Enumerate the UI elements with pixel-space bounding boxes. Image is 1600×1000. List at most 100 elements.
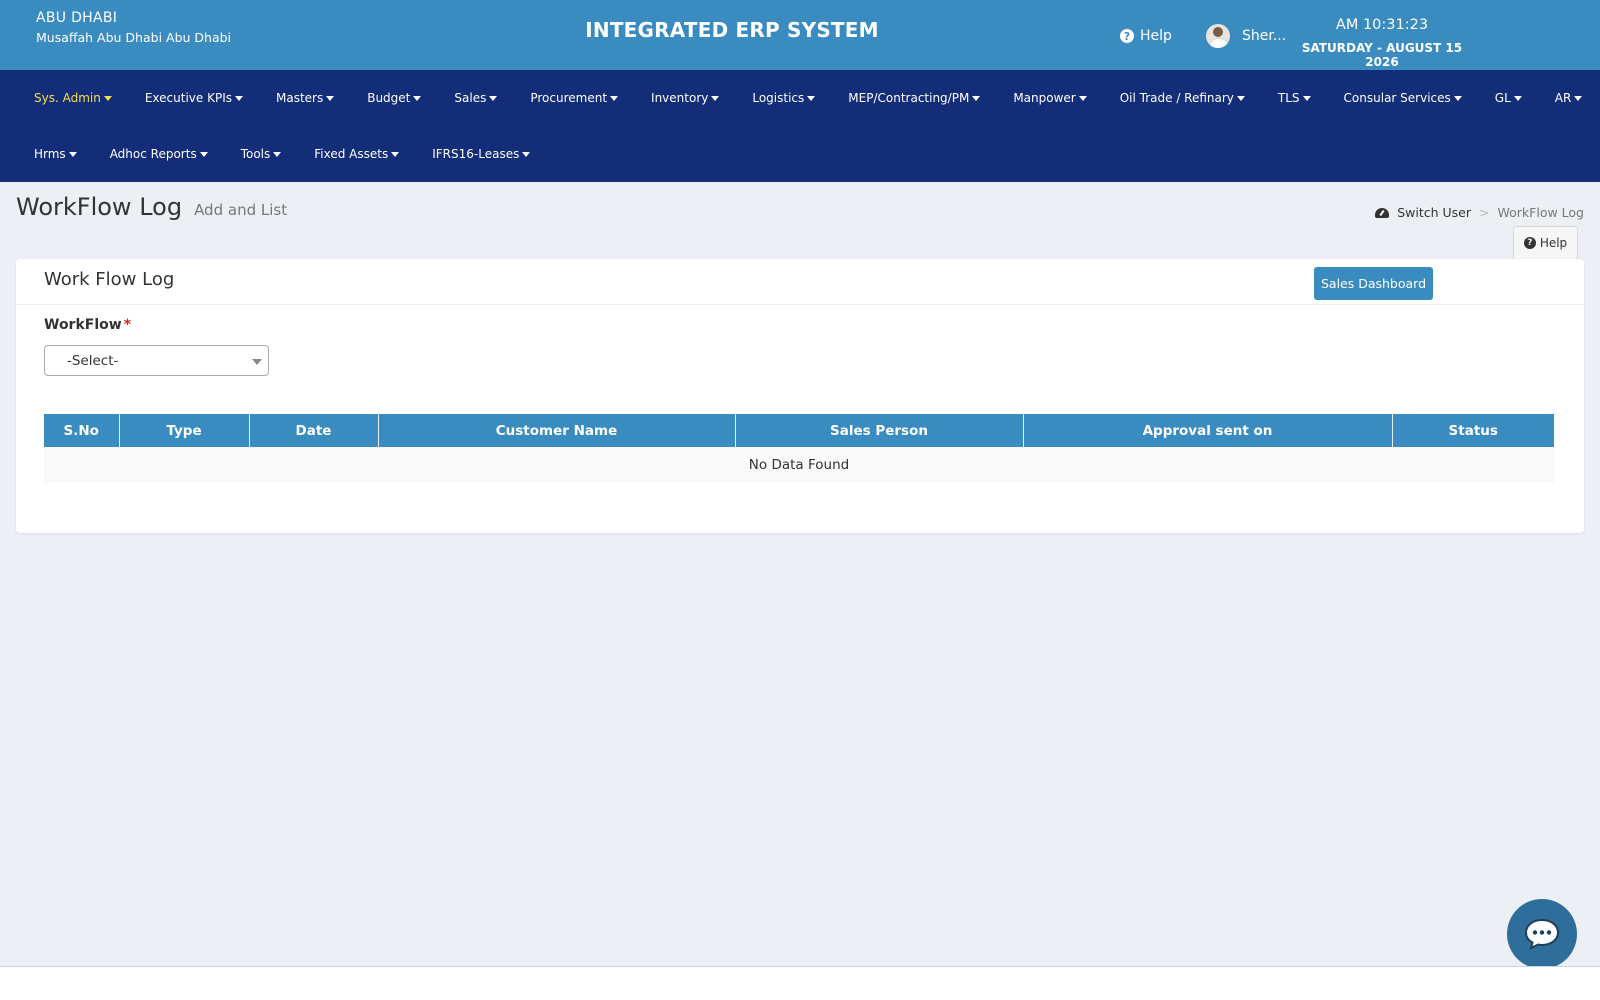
- column-header-customer-name: Customer Name: [378, 414, 736, 447]
- column-header-status: Status: [1392, 414, 1554, 447]
- nav-item-ar[interactable]: AR: [1555, 91, 1583, 105]
- nav-item-label: AR: [1554, 91, 1572, 105]
- table-row: No Data Found: [44, 447, 1554, 483]
- caret-down-icon: [807, 95, 816, 101]
- user-menu[interactable]: Sher...: [1206, 24, 1286, 48]
- nav-item-mep-contracting-pm[interactable]: MEP/Contracting/PM: [848, 91, 981, 105]
- nav-item-manpower[interactable]: Manpower: [1013, 91, 1087, 105]
- nav-item-label: Sales: [454, 91, 487, 105]
- caret-down-icon: [1078, 95, 1087, 101]
- workflow-label: WorkFlow *: [44, 317, 131, 333]
- nav-row-2: Hrms Adhoc Reports Tools Fixed Assets IFRS16…: [0, 126, 531, 182]
- question-circle-icon: ?: [1523, 237, 1536, 249]
- breadcrumb: Switch User > WorkFlow Log: [1375, 205, 1584, 220]
- nav-row-1: Sys. Admin Executive KPIs Masters Budget Sal…: [0, 70, 1600, 126]
- nav-item-label: Hrms: [34, 147, 66, 161]
- page-subtitle: Add and List: [194, 201, 288, 219]
- header-help-link[interactable]: ? Help: [1120, 28, 1172, 44]
- caret-down-icon: [489, 95, 498, 101]
- caret-down-icon: [1302, 95, 1311, 101]
- top-header: ABU DHABI Musaffah Abu Dhabi Abu Dhabi I…: [0, 0, 1600, 70]
- nav-item-label: Fixed Assets: [314, 147, 389, 161]
- caret-down-icon: [273, 151, 282, 157]
- caret-down-icon: [1236, 95, 1245, 101]
- page-title: WorkFlow Log: [16, 193, 183, 221]
- caret-down-icon: [1574, 95, 1583, 101]
- panel-title: Work Flow Log: [44, 269, 175, 290]
- nav-item-inventory[interactable]: Inventory: [651, 91, 720, 105]
- main-navigation: Sys. Admin Executive KPIs Masters Budget Sal…: [0, 70, 1600, 182]
- dashboard-gauge-icon: [1375, 207, 1390, 218]
- clock: AM 10:31:23 SATURDAY - AUGUST 15 2026: [1298, 17, 1466, 69]
- workflow-log-table: S.No Type Date Customer Name Sales Person App…: [44, 414, 1554, 483]
- nav-item-sys-admin[interactable]: Sys. Admin: [34, 91, 112, 105]
- nav-item-logistics[interactable]: Logistics: [752, 91, 816, 105]
- nav-item-label: TLS: [1277, 91, 1300, 105]
- caret-down-icon: [413, 95, 422, 101]
- nav-item-fixed-assets[interactable]: Fixed Assets: [314, 147, 400, 161]
- nav-item-budget[interactable]: Budget: [367, 91, 422, 105]
- caret-down-icon: [972, 95, 981, 101]
- nav-item-gl[interactable]: GL: [1495, 91, 1522, 105]
- nav-item-label: Adhoc Reports: [109, 147, 197, 161]
- avatar: [1206, 24, 1230, 48]
- workflow-select-value: -Select-: [67, 353, 119, 369]
- nav-item-masters[interactable]: Masters: [275, 91, 335, 105]
- column-header-s-no: S.No: [44, 414, 120, 447]
- caret-down-icon: [1453, 95, 1462, 101]
- caret-down-icon: [103, 95, 112, 101]
- nav-item-label: Masters: [275, 91, 324, 105]
- nav-item-tools[interactable]: Tools: [241, 147, 282, 161]
- nav-item-label: Tools: [240, 147, 271, 161]
- required-mark: *: [123, 317, 132, 333]
- column-header-date: Date: [249, 414, 379, 447]
- caret-down-icon: [199, 151, 208, 157]
- caret-down-icon: [610, 95, 619, 101]
- panel-header: Work Flow Log Sales Dashboard: [16, 259, 1584, 305]
- sales-dashboard-button[interactable]: Sales Dashboard: [1314, 267, 1433, 300]
- nav-item-label: Sys. Admin: [34, 91, 101, 105]
- chat-bubble-icon: [1524, 918, 1560, 950]
- question-circle-icon: ?: [1120, 29, 1134, 43]
- footer: [0, 967, 1600, 1000]
- nav-item-label: Manpower: [1013, 91, 1076, 105]
- breadcrumb-current: WorkFlow Log: [1497, 205, 1585, 220]
- clock-date: SATURDAY - AUGUST 15 2026: [1301, 41, 1463, 69]
- workflow-select[interactable]: -Select-: [44, 345, 269, 376]
- empty-message: No Data Found: [44, 447, 1554, 483]
- nav-item-adhoc-reports[interactable]: Adhoc Reports: [110, 147, 208, 161]
- caret-down-icon: [326, 95, 335, 101]
- nav-item-label: IFRS16-Leases: [432, 147, 520, 161]
- nav-item-label: Inventory: [651, 91, 709, 105]
- caret-down-icon: [522, 151, 531, 157]
- nav-item-label: GL: [1494, 91, 1511, 105]
- header-help-label: Help: [1140, 28, 1172, 44]
- breadcrumb-switch-user[interactable]: Switch User: [1397, 205, 1471, 220]
- chat-button[interactable]: [1507, 899, 1577, 969]
- breadcrumb-separator: >: [1479, 205, 1490, 220]
- column-header-type: Type: [119, 414, 250, 447]
- nav-item-label: Procurement: [530, 91, 608, 105]
- page-help-label: Help: [1539, 236, 1568, 250]
- nav-item-label: Executive KPIs: [144, 91, 232, 105]
- page-help-button[interactable]: ? Help: [1513, 226, 1578, 260]
- nav-item-procurement[interactable]: Procurement: [530, 91, 619, 105]
- workflow-log-panel: Work Flow Log Sales Dashboard WorkFlow * …: [16, 259, 1584, 533]
- column-header-approval-sent-on: Approval sent on: [1023, 414, 1393, 447]
- nav-item-consular-services[interactable]: Consular Services: [1344, 91, 1462, 105]
- nav-item-label: Consular Services: [1343, 91, 1451, 105]
- caret-down-icon: [391, 151, 400, 157]
- nav-item-executive-kpis[interactable]: Executive KPIs: [145, 91, 243, 105]
- nav-item-label: Oil Trade / Refinary: [1119, 91, 1234, 105]
- nav-item-oil-trade-refinary[interactable]: Oil Trade / Refinary: [1120, 91, 1245, 105]
- caret-down-icon: [234, 95, 243, 101]
- nav-item-label: Budget: [367, 91, 411, 105]
- caret-down-icon: [1513, 95, 1522, 101]
- nav-item-sales[interactable]: Sales: [454, 91, 498, 105]
- nav-item-tls[interactable]: TLS: [1278, 91, 1311, 105]
- column-header-sales-person: Sales Person: [735, 414, 1024, 447]
- nav-item-ifrs16-leases[interactable]: IFRS16-Leases: [432, 147, 531, 161]
- workflow-label-text: WorkFlow: [44, 317, 122, 333]
- nav-item-hrms[interactable]: Hrms: [34, 147, 77, 161]
- table-header-row: S.No Type Date Customer Name Sales Person App…: [44, 414, 1554, 447]
